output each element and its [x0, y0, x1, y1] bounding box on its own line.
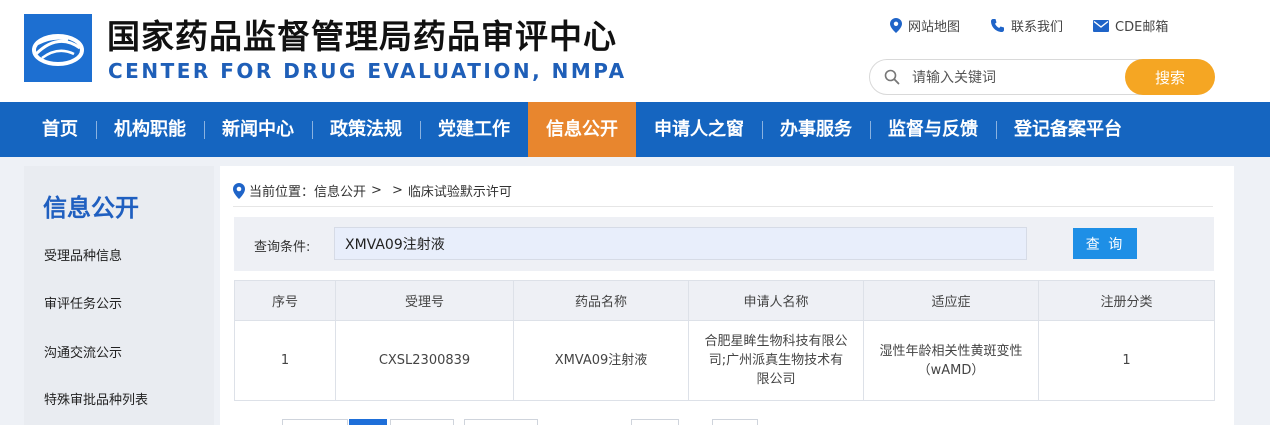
search-button[interactable]: 搜索: [1125, 59, 1215, 95]
phone-icon: [991, 19, 1005, 32]
cell-acceptance-no[interactable]: CXSL2300839: [335, 320, 514, 401]
column-header-acceptance-no: 受理号: [335, 280, 514, 321]
nav-item-registration-platform[interactable]: 登记备案平台: [996, 102, 1140, 157]
query-input[interactable]: [334, 227, 1027, 260]
nav-item-policies[interactable]: 政策法规: [312, 102, 420, 157]
top-links: 网站地图 联系我们 CDE邮箱: [890, 16, 1198, 35]
breadcrumb-divider: [233, 206, 1213, 207]
sidebar-item-accepted-varieties[interactable]: 受理品种信息: [44, 245, 122, 264]
nav-item-applicant-window[interactable]: 申请人之窗: [636, 102, 762, 157]
nav-item-supervision-feedback[interactable]: 监督与反馈: [870, 102, 996, 157]
main-nav: 首页 机构职能 新闻中心 政策法规 党建工作 信息公开 申请人之窗 办事服务 监…: [0, 102, 1270, 157]
pagination-current-page[interactable]: [349, 419, 387, 425]
cell-indication: 湿性年龄相关性黄斑变性（wAMD）: [863, 320, 1039, 401]
pagination-last-button[interactable]: [464, 419, 538, 425]
nav-item-services[interactable]: 办事服务: [762, 102, 870, 157]
nav-item-party-building[interactable]: 党建工作: [420, 102, 528, 157]
site-search: 搜索: [869, 59, 1215, 95]
cell-index: 1: [234, 320, 336, 401]
contact-link[interactable]: 联系我们: [990, 16, 1063, 35]
table-header-row: 序号 受理号 药品名称 申请人名称 适应症 注册分类: [234, 280, 1215, 321]
main-content: 当前位置： 信息公开 > > 临床试验默示许可 查询条件: 查 询 序号 受理号…: [220, 166, 1234, 425]
pagination-first-button[interactable]: [282, 419, 348, 425]
sidebar: 信息公开 受理品种信息 审评任务公示 沟通交流公示 特殊审批品种列表: [24, 166, 214, 425]
pagination-next-button[interactable]: [390, 419, 454, 425]
column-header-applicant: 申请人名称: [688, 280, 864, 321]
contact-link-label: 联系我们: [1011, 20, 1064, 35]
site-title-en: CENTER FOR DRUG EVALUATION, NMPA: [108, 59, 627, 83]
search-input[interactable]: [912, 68, 1112, 88]
cde-mail-link[interactable]: CDE邮箱: [1093, 16, 1168, 35]
sidebar-item-review-tasks[interactable]: 审评任务公示: [44, 293, 122, 312]
column-header-registration-class: 注册分类: [1038, 280, 1215, 321]
sidebar-item-special-approval[interactable]: 特殊审批品种列表: [44, 389, 148, 408]
column-header-indication: 适应症: [863, 280, 1039, 321]
column-header-index: 序号: [234, 280, 336, 321]
sitemap-link-label: 网站地图: [908, 20, 961, 35]
sidebar-title: 信息公开: [43, 194, 139, 222]
cell-applicant: 合肥星眸生物科技有限公司;广州派真生物技术有限公司: [688, 320, 864, 401]
cell-drug-name: XMVA09注射液: [513, 320, 689, 401]
breadcrumb-current-page[interactable]: 临床试验默示许可: [408, 181, 512, 200]
site-header: 国家药品监督管理局药品审评中心 CENTER FOR DRUG EVALUATI…: [0, 0, 1270, 102]
table-row[interactable]: 1 CXSL2300839 XMVA09注射液 合肥星眸生物科技有限公司;广州派…: [234, 320, 1215, 401]
results-table: 序号 受理号 药品名称 申请人名称 适应症 注册分类 1 CXSL2300839…: [234, 280, 1215, 401]
nav-item-functions[interactable]: 机构职能: [96, 102, 204, 157]
breadcrumb-separator: >: [371, 183, 382, 198]
map-pin-icon: [890, 18, 902, 33]
breadcrumb-info-disclosure[interactable]: 信息公开: [314, 181, 366, 200]
pagination-page-input[interactable]: [631, 419, 679, 425]
column-header-drug-name: 药品名称: [513, 280, 689, 321]
nav-item-info-disclosure[interactable]: 信息公开: [528, 102, 636, 157]
breadcrumb-prefix: 当前位置：: [249, 185, 315, 200]
sitemap-link[interactable]: 网站地图: [890, 16, 960, 35]
mail-icon: [1093, 19, 1110, 32]
nav-item-home[interactable]: 首页: [24, 102, 96, 157]
breadcrumb-separator: >: [391, 183, 403, 198]
query-button[interactable]: 查 询: [1073, 228, 1137, 259]
cell-registration-class: 1: [1038, 320, 1215, 401]
site-title-cn: 国家药品监督管理局药品审评中心: [107, 17, 617, 56]
breadcrumb: 当前位置： 信息公开 > > 临床试验默示许可: [233, 181, 512, 200]
query-bar: 查询条件: 查 询: [234, 217, 1214, 271]
search-icon: [884, 69, 900, 85]
cde-mail-link-label: CDE邮箱: [1115, 20, 1169, 35]
query-label: 查询条件:: [254, 240, 311, 255]
nav-item-news[interactable]: 新闻中心: [204, 102, 312, 157]
sidebar-item-communication[interactable]: 沟通交流公示: [44, 342, 122, 361]
cde-logo-icon[interactable]: [24, 14, 92, 82]
pagination-go-button[interactable]: [712, 419, 758, 425]
location-pin-icon: [233, 182, 245, 199]
